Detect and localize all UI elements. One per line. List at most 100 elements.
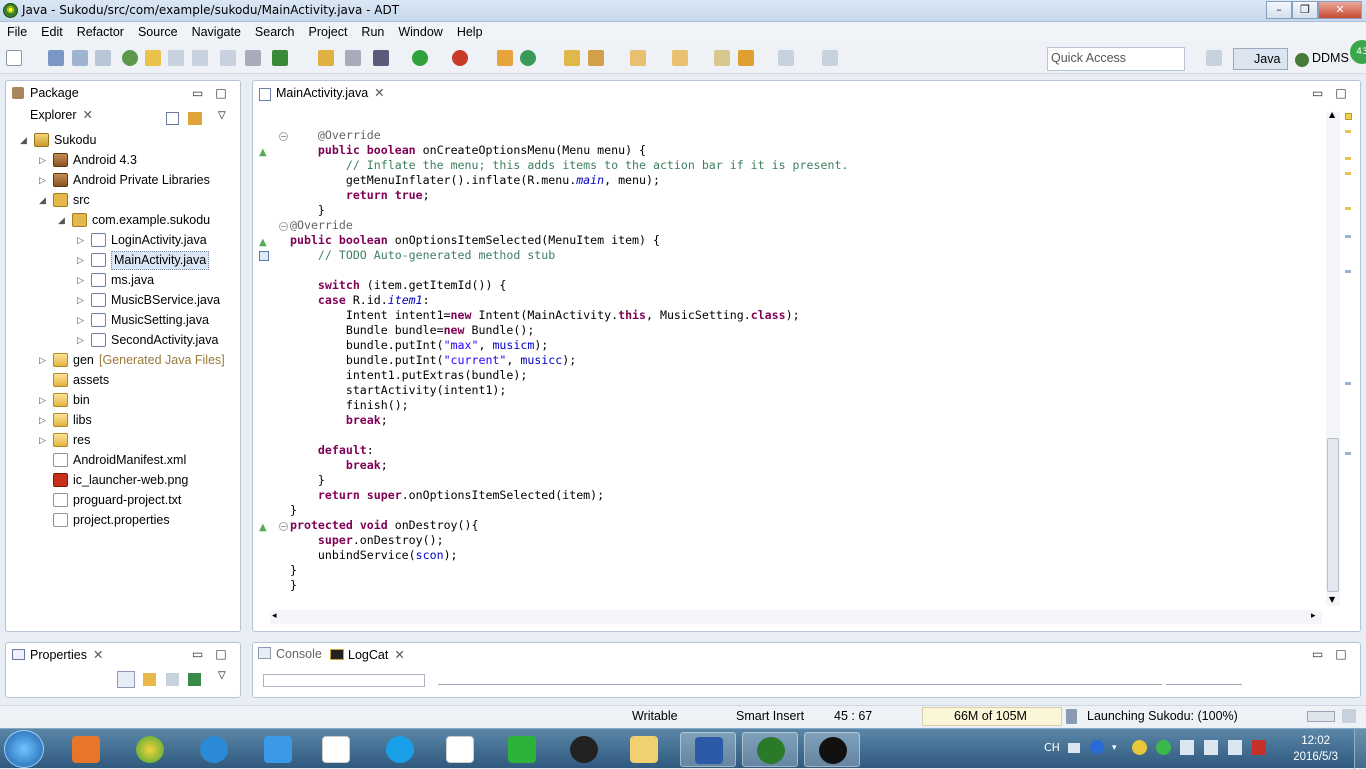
security-icon[interactable]	[1156, 740, 1171, 755]
tree-item[interactable]: proguard-project.txt	[0, 490, 236, 510]
code-line[interactable]: Bundle bundle=new Bundle();	[290, 323, 848, 338]
expand-arrow-icon[interactable]: ▷	[77, 310, 87, 330]
tree-item[interactable]: ▷ MainActivity.java	[0, 250, 236, 270]
tree-item[interactable]: ▷ gen [Generated Java Files]	[0, 350, 236, 370]
lint-icon[interactable]	[168, 50, 184, 66]
override-marker-icon[interactable]: ▲	[259, 145, 267, 160]
editor-tab-mainactivity[interactable]: MainActivity.java ✕	[254, 82, 390, 108]
taskbar-video[interactable]	[372, 732, 428, 767]
garbage-collect-icon[interactable]	[1066, 709, 1077, 724]
menu-edit[interactable]: Edit	[34, 25, 70, 39]
close-icon[interactable]: ✕	[83, 108, 93, 122]
save-all-icon[interactable]	[72, 50, 88, 66]
code-line[interactable]: protected void onDestroy(){	[290, 518, 848, 533]
tree-item[interactable]: ▷ res	[0, 430, 236, 450]
code-line[interactable]: bundle.putInt("max", musicm);	[290, 338, 848, 353]
scrollbar-thumb[interactable]	[1327, 438, 1339, 592]
next-annotation-icon[interactable]	[630, 50, 646, 66]
console-tab[interactable]: Console	[276, 647, 322, 661]
code-line[interactable]: startActivity(intent1);	[290, 383, 848, 398]
taskbar-android-emulator[interactable]	[804, 732, 860, 767]
collapse-arrow-icon[interactable]: ◢	[20, 130, 30, 150]
expand-arrow-icon[interactable]: ▷	[39, 170, 49, 190]
code-line[interactable]: }	[290, 473, 848, 488]
scroll-up-icon[interactable]: ▲	[1329, 110, 1335, 119]
taskbar-browser[interactable]	[122, 732, 178, 767]
expand-arrow-icon[interactable]: ▷	[77, 270, 87, 290]
expand-arrow-icon[interactable]: ▷	[39, 430, 49, 450]
overview-marker[interactable]	[1345, 157, 1351, 160]
collapse-all-icon[interactable]	[166, 112, 179, 125]
input-language[interactable]: CH	[1044, 741, 1060, 754]
tree-item[interactable]: ▷ MusicSetting.java	[0, 310, 236, 330]
code-line[interactable]: finish();	[290, 398, 848, 413]
package-explorer-tab[interactable]: Package Explorer ✕	[8, 82, 142, 122]
tree-item[interactable]: ▷ LoginActivity.java	[0, 230, 236, 250]
overview-marker[interactable]	[1345, 452, 1351, 455]
horizontal-scrollbar[interactable]	[270, 610, 1322, 624]
tray-expand-icon[interactable]: ▾	[1112, 743, 1117, 753]
tree-item[interactable]: ▷ Android Private Libraries	[0, 170, 236, 190]
console-minmax[interactable]: ▭□	[1312, 647, 1359, 661]
expand-arrow-icon[interactable]: ▷	[39, 390, 49, 410]
menu-navigate[interactable]: Navigate	[185, 25, 248, 39]
menu-source[interactable]: Source	[131, 25, 185, 39]
expand-arrow-icon[interactable]: ▷	[77, 330, 87, 350]
tree-item[interactable]: ◢ com.example.sukodu	[0, 210, 236, 230]
menu-window[interactable]: Window	[391, 25, 449, 39]
close-icon[interactable]: ✕	[93, 648, 103, 662]
logcat-device-list[interactable]	[263, 674, 425, 687]
tree-item[interactable]: ▷ SecondActivity.java	[0, 330, 236, 350]
code-line[interactable]: break;	[290, 458, 848, 473]
new-class-icon[interactable]	[520, 50, 536, 66]
restore-default-icon[interactable]	[166, 673, 179, 686]
overview-marker[interactable]	[1345, 130, 1351, 133]
pin-editor-icon[interactable]	[822, 50, 838, 66]
external-tools-icon[interactable]	[452, 50, 468, 66]
collapse-arrow-icon[interactable]: ◢	[39, 190, 49, 210]
menu-run[interactable]: Run	[354, 25, 391, 39]
tree-item[interactable]: ▷ libs	[0, 410, 236, 430]
keyboard-icon[interactable]	[1068, 743, 1080, 753]
action-center-icon[interactable]	[1252, 740, 1266, 755]
taskbar-document[interactable]	[308, 732, 364, 767]
overview-marker[interactable]	[1345, 172, 1351, 175]
new-project-icon[interactable]	[192, 50, 208, 66]
progress-bar[interactable]	[1307, 711, 1335, 722]
network-icon[interactable]	[1228, 740, 1242, 755]
taskbar-download[interactable]	[250, 732, 306, 767]
print-icon[interactable]	[95, 50, 111, 66]
categories-icon[interactable]	[117, 671, 135, 688]
code-line[interactable]	[290, 428, 848, 443]
scroll-down-icon[interactable]: ▼	[1329, 595, 1335, 604]
code-line[interactable]: }	[290, 578, 848, 593]
run-icon[interactable]	[412, 50, 428, 66]
close-icon[interactable]: ✕	[374, 86, 384, 100]
tray-app-icon[interactable]	[1132, 740, 1147, 755]
volume-icon[interactable]	[1204, 740, 1218, 755]
override-marker-icon[interactable]: ▲	[259, 520, 267, 535]
view-menu-icon[interactable]: ▽	[218, 670, 226, 681]
usb-icon[interactable]	[1180, 740, 1194, 755]
perspective-java[interactable]: Java	[1233, 48, 1288, 70]
taskbar-media-player[interactable]	[58, 732, 114, 767]
tree-item[interactable]: AndroidManifest.xml	[0, 450, 236, 470]
expand-arrow-icon[interactable]: ▷	[39, 410, 49, 430]
taskbar-adt[interactable]	[742, 732, 798, 767]
code-line[interactable]: // TODO Auto-generated method stub	[290, 248, 848, 263]
tree-item[interactable]: ▷ bin	[0, 390, 236, 410]
skip-breakpoints-icon[interactable]	[345, 50, 361, 66]
taskbar-qq[interactable]	[556, 732, 612, 767]
expand-arrow-icon[interactable]: ▷	[39, 150, 49, 170]
taskbar-iqiyi[interactable]	[494, 732, 550, 767]
menu-refactor[interactable]: Refactor	[70, 25, 131, 39]
scroll-left-icon[interactable]: ◂	[272, 611, 277, 621]
code-line[interactable]: }	[290, 203, 848, 218]
taskbar-kugou[interactable]	[186, 732, 242, 767]
tree-item[interactable]: ic_launcher-web.png	[0, 470, 236, 490]
android-sdk-icon[interactable]	[122, 50, 138, 66]
menu-project[interactable]: Project	[302, 25, 355, 39]
code-line[interactable]: return true;	[290, 188, 848, 203]
last-edit-icon[interactable]	[714, 50, 730, 66]
expand-arrow-icon[interactable]: ▷	[39, 350, 49, 370]
